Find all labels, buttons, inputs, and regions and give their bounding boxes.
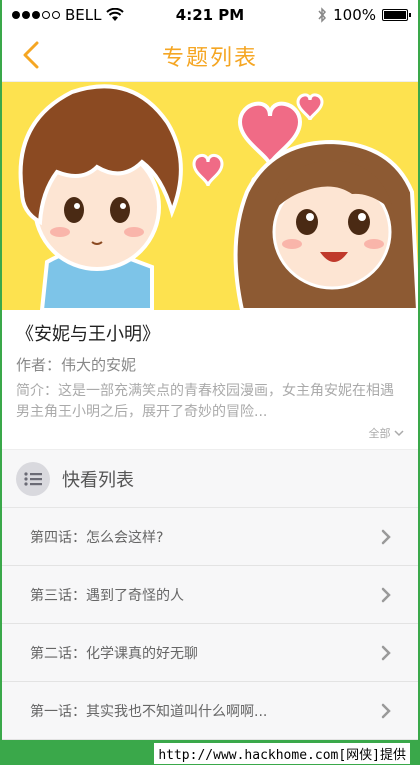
bluetooth-icon [318,7,327,23]
chevron-right-icon [381,587,391,602]
battery-level [384,11,406,19]
status-bar: BELL 4:21 PM 100% [2,0,418,30]
comic-cover-illustration [2,82,418,310]
episode-label: 第二话：化学课真的好无聊 [30,645,198,662]
battery-icon [382,9,411,21]
chevron-down-icon [394,430,404,437]
comic-author: 作者：伟大的安妮 [16,356,137,374]
battery-percent: 100% [333,6,376,24]
status-right: 100% [317,6,411,24]
wifi-icon [106,8,125,21]
watermark-text: http://www.hackhome.com[网侠]提供 [154,743,410,764]
episode-list-title: 快看列表 [62,469,134,491]
episode-row[interactable]: 第二话：化学课真的好无聊 [2,624,418,682]
comic-intro: 简介：这是一部充满笑点的青春校园漫画，女主角安妮在相遇男主角王小明之后，展开了奇… [16,383,394,420]
episode-row[interactable]: 第三话：遇到了奇怪的人 [2,566,418,624]
page-title: 专题列表 [161,45,258,71]
nav-bar: 专题列表 [2,30,418,82]
phone-screen: BELL 4:21 PM 100% 专题列表 《安妮与王小明》 作者：伟大的安妮… [2,0,418,740]
comic-banner [2,82,418,310]
chevron-right-icon [381,529,391,544]
episode-list-header: 快看列表 [2,450,418,508]
chevron-right-icon [381,703,391,718]
episode-list: 快看列表 第四话：怎么会这样? 第三话：遇到了奇怪的人 第二话：化学课真的好无聊… [2,450,418,740]
episode-label: 第一话：其实我也不知道叫什么啊啊... [30,703,268,720]
episode-row[interactable]: 第一话：其实我也不知道叫什么啊啊... [2,682,418,740]
episode-row[interactable]: 第四话：怎么会这样? [2,508,418,566]
signal-dots-icon [12,11,60,19]
source-watermark-bar: http://www.hackhome.com[网侠]提供 [0,740,420,765]
status-left: BELL [12,6,125,24]
carrier-label: BELL [65,6,102,24]
episode-label: 第四话：怎么会这样? [30,529,164,546]
expand-label: 全部 [368,427,391,440]
back-button[interactable] [16,40,46,70]
expand-intro-button[interactable]: 全部 [16,425,404,441]
episode-label: 第三话：遇到了奇怪的人 [30,587,184,604]
chevron-left-icon [23,41,39,69]
comic-info: 《安妮与王小明》 作者：伟大的安妮 简介：这是一部充满笑点的青春校园漫画，女主角… [2,310,418,450]
comic-title: 《安妮与王小明》 [16,324,160,345]
chevron-right-icon [381,645,391,660]
list-icon [16,461,50,496]
